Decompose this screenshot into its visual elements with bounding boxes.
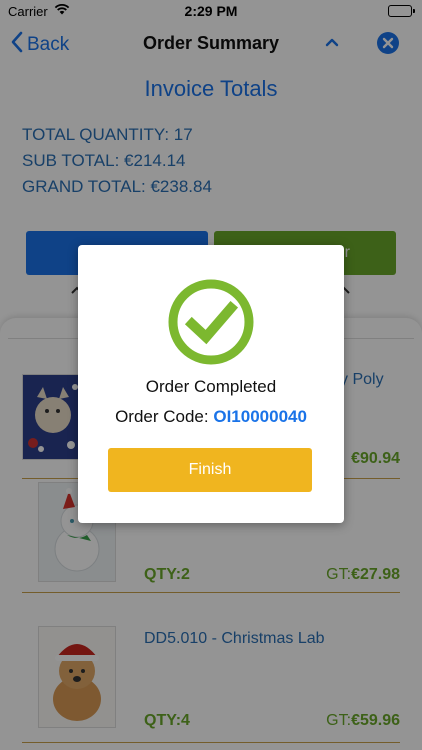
- order-completed-message: Order Completed: [145, 377, 277, 396]
- order-code-value: OI10000040: [213, 407, 307, 426]
- order-code-row: Order Code: OI10000040: [78, 407, 344, 427]
- finish-button[interactable]: Finish: [108, 448, 312, 492]
- check-circle-icon: [166, 277, 256, 372]
- order-completed-dialog: Order Completed Order Code: OI10000040 F…: [78, 245, 344, 523]
- order-code-label: Order Code:: [115, 407, 209, 426]
